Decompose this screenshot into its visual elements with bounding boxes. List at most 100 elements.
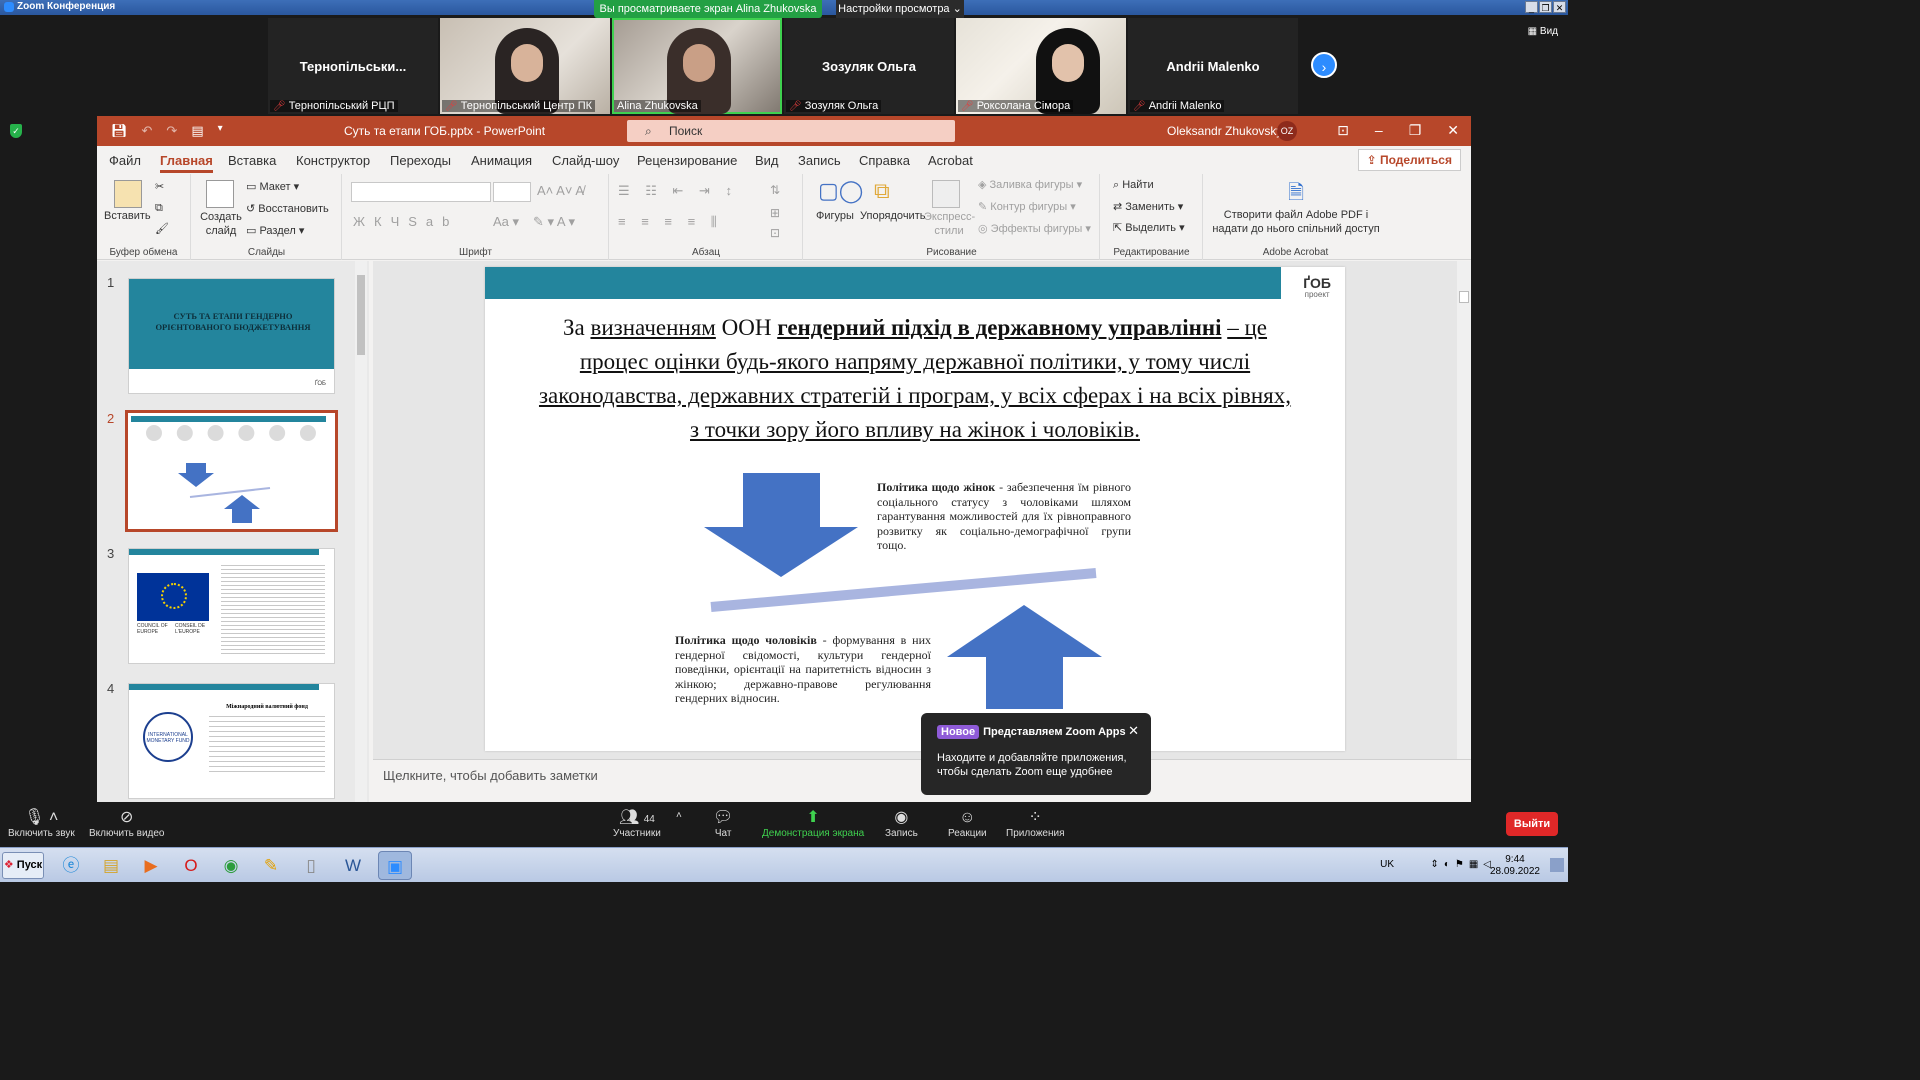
document-icon[interactable]: ▯ [294, 851, 328, 880]
section-button[interactable]: ▭ Раздел ▾ [246, 224, 304, 237]
slide-thumbnail-2-selected[interactable] [125, 410, 338, 532]
font-size-select[interactable] [493, 182, 531, 202]
tab-design[interactable]: Конструктор [296, 153, 370, 168]
chrome-icon[interactable]: ◉ [214, 851, 248, 880]
explorer-icon[interactable]: ▤ [94, 851, 128, 880]
media-player-icon[interactable]: ▶ [134, 851, 168, 880]
search-box[interactable]: ⌕ Поиск [627, 120, 955, 142]
slide-thumbnail-4[interactable]: INTERNATIONAL MONETARY FUND Міжнародний … [128, 683, 335, 799]
shapes-button[interactable]: Фигуры [816, 210, 854, 222]
shapes-icon[interactable]: ▢◯ [818, 178, 863, 204]
replace-button[interactable]: ⇄ Заменить ▾ [1113, 200, 1183, 213]
reactions-button[interactable]: ☺ Реакции [948, 808, 987, 839]
avatar[interactable]: OZ [1277, 121, 1297, 141]
slide-scrollbar[interactable] [1457, 261, 1471, 759]
view-options-button[interactable]: Настройки просмотра ⌄ [836, 0, 964, 18]
ie-icon[interactable]: ⓔ [54, 851, 88, 880]
smartart-icon[interactable]: ⊡ [770, 226, 780, 240]
change-case-icon[interactable]: Aa ▾ [493, 214, 519, 230]
participants-menu-chevron-icon[interactable]: ˄ [676, 810, 682, 821]
participant-tile[interactable]: 🎤︎ Роксолана Сімора [956, 18, 1126, 114]
reset-button[interactable]: ↺ Восстановить [246, 202, 329, 215]
tab-file[interactable]: Файл [109, 153, 141, 168]
opera-icon[interactable]: O [174, 851, 208, 880]
align-text-icon[interactable]: ⊞ [770, 206, 780, 220]
list-icons[interactable]: ☰ ☷ ⇤ ⇥ ↕ [618, 183, 738, 199]
current-slide[interactable]: ҐОБ проект За визначенням ООН гендерний п… [485, 267, 1345, 751]
word-icon[interactable]: W [336, 851, 370, 880]
tab-insert[interactable]: Вставка [228, 153, 276, 168]
find-button[interactable]: ⌕ Найти [1113, 179, 1154, 192]
cut-icon[interactable]: ✂ [155, 180, 164, 193]
create-pdf-share-button[interactable]: Створити файл Adobe PDF і надати до ньог… [1208, 208, 1384, 236]
thumbnails-scrollbar[interactable] [355, 261, 367, 802]
restore-button[interactable]: ❐ [1539, 1, 1552, 13]
select-button[interactable]: ⇱ Выделить ▾ [1113, 221, 1185, 234]
participant-tile[interactable]: 🎤︎ Тернопільський Центр ПК [440, 18, 610, 114]
minimize-button[interactable]: _ [1525, 1, 1538, 13]
view-button[interactable]: ▦ Вид [1528, 26, 1558, 37]
present-icon[interactable]: ▤ [191, 123, 203, 139]
clock[interactable]: 9:44 28.09.2022 [1490, 854, 1540, 878]
tab-review[interactable]: Рецензирование [637, 153, 737, 168]
format-painter-icon[interactable]: 🖌︎ [155, 222, 169, 235]
layout-button[interactable]: ▭ Макет ▾ [246, 180, 299, 193]
unmute-button[interactable]: 🎙︎ ˄ Включить звук [8, 808, 75, 839]
new-slide-icon[interactable] [206, 180, 234, 208]
highlight-color-icon[interactable]: ✎ ▾ A ▾ [533, 214, 575, 230]
create-pdf-icon[interactable]: 🗎︎ [1288, 178, 1304, 212]
restore-icon[interactable]: ❐ [1409, 122, 1422, 139]
paste-icon[interactable] [114, 180, 142, 208]
app-icon[interactable]: ✎ [254, 851, 288, 880]
participant-tile[interactable]: Andrii Malenko 🎤︎ Andrii Malenko [1128, 18, 1298, 114]
zoom-taskbar-icon[interactable]: ▣ [378, 851, 412, 880]
tab-acrobat[interactable]: Acrobat [928, 153, 973, 168]
slide-thumbnail-1[interactable]: СУТЬ ТА ЕТАПИ ГЕНДЕРНО ОРІЄНТОВАНОГО БЮД… [128, 278, 335, 394]
chat-button[interactable]: 💬︎ Чат [713, 808, 733, 839]
tab-home[interactable]: Главная [160, 153, 213, 173]
new-slide-button[interactable]: Создать слайд [200, 210, 242, 238]
customize-qat-icon[interactable]: ▾ [218, 123, 223, 139]
tab-animations[interactable]: Анимация [471, 153, 532, 168]
undo-icon[interactable]: ↶ [142, 123, 153, 139]
apps-button[interactable]: ⁘ Приложения [1006, 808, 1065, 839]
share-button[interactable]: ⇪ Поделиться [1357, 149, 1461, 171]
font-format-icons[interactable]: ЖКЧSab [353, 214, 458, 229]
arrange-button[interactable]: Упорядочить [860, 210, 925, 222]
show-desktop-button[interactable] [1550, 858, 1564, 872]
leave-button[interactable]: Выйти [1506, 812, 1558, 836]
participant-tile-active-speaker[interactable]: Alina Zhukovska [612, 18, 782, 114]
tab-view[interactable]: Вид [755, 153, 779, 168]
arrange-icon[interactable]: ⧉ [874, 178, 890, 204]
participants-button[interactable]: 👥︎ 44 Участники [613, 808, 661, 839]
security-shield-icon[interactable]: ✓ [10, 124, 22, 138]
record-button[interactable]: ◉ Запись [885, 808, 918, 839]
save-icon[interactable]: 💾︎ [111, 123, 128, 139]
ribbon-display-icon[interactable]: ⊡ [1337, 122, 1349, 139]
tab-help[interactable]: Справка [859, 153, 910, 168]
quick-styles-icon[interactable] [932, 180, 960, 208]
tab-slideshow[interactable]: Слайд-шоу [552, 153, 619, 168]
start-button[interactable]: ❖ Пуск [2, 852, 44, 879]
text-direction-icon[interactable]: ⇅ [770, 183, 780, 197]
participant-tile[interactable]: Тернопільськи... 🎤︎ Тернопільський РЦП [268, 18, 438, 114]
next-page-arrow-icon[interactable]: › [1311, 52, 1337, 78]
close-icon[interactable]: ✕ [1128, 723, 1139, 739]
close-icon[interactable]: ✕ [1447, 122, 1459, 139]
minimize-icon[interactable]: – [1375, 122, 1383, 139]
font-name-select[interactable] [351, 182, 491, 202]
tray-icons[interactable]: ⇕◐⚑▦◁ [1430, 859, 1496, 870]
tab-record[interactable]: Запись [798, 153, 841, 168]
participant-tile[interactable]: Зозуляк Ольга 🎤︎ Зозуляк Ольга [784, 18, 954, 114]
share-screen-button[interactable]: ⬆ Демонстрация экрана [762, 808, 864, 839]
grow-font-icon[interactable]: A˄ A˅ A̸ [537, 183, 584, 198]
start-video-button[interactable]: ⊘ Включить видео [89, 808, 165, 839]
align-icons[interactable]: ≡ ≡ ≡ ≡ ⫼ [618, 214, 723, 230]
redo-icon[interactable]: ↷ [166, 123, 177, 139]
slide-thumbnail-3[interactable]: COUNCIL OF EUROPE CONSEIL DE L'EUROPE [128, 548, 335, 664]
tab-transitions[interactable]: Переходы [390, 153, 451, 168]
paste-button[interactable]: Вставить [104, 210, 151, 222]
close-button[interactable]: ✕ [1553, 1, 1566, 13]
quick-styles-button[interactable]: Экспресс-стили [924, 210, 975, 238]
copy-icon[interactable]: ⧉ [155, 202, 163, 215]
